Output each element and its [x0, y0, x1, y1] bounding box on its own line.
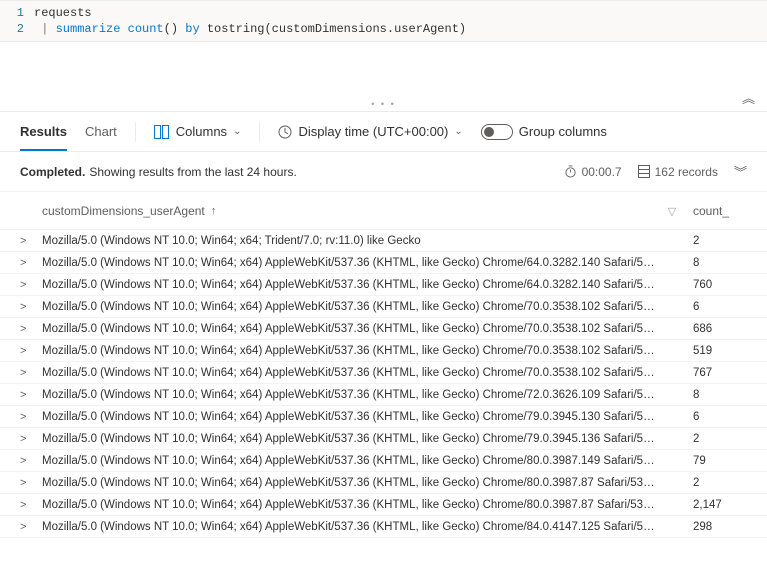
- separator: [135, 122, 136, 142]
- results-toolbar: Results Chart Columns ⌄ Display time (UT…: [0, 112, 767, 152]
- cell-useragent: Mozilla/5.0 (Windows NT 10.0; Win64; x64…: [38, 301, 657, 313]
- cell-count: 686: [687, 323, 747, 335]
- cell-useragent: Mozilla/5.0 (Windows NT 10.0; Win64; x64…: [38, 257, 657, 269]
- header-filter[interactable]: ▽: [657, 204, 687, 218]
- code-line[interactable]: requests: [34, 5, 92, 21]
- records-icon: [638, 165, 650, 178]
- table-row[interactable]: >Mozilla/5.0 (Windows NT 10.0; Win64; x6…: [0, 516, 767, 538]
- table-row[interactable]: >Mozilla/5.0 (Windows NT 10.0; Win64; x6…: [0, 362, 767, 384]
- cell-count: 298: [687, 521, 747, 533]
- columns-icon: [154, 125, 170, 139]
- stopwatch-icon: [564, 165, 577, 178]
- display-time-button[interactable]: Display time (UTC+00:00) ⌄: [278, 124, 462, 139]
- group-columns-label: Group columns: [519, 124, 607, 139]
- sort-asc-icon: ↑: [211, 205, 217, 217]
- cell-count: 79: [687, 455, 747, 467]
- cell-count: 767: [687, 367, 747, 379]
- splitter-region[interactable]: • • • ︽: [0, 42, 767, 112]
- filter-icon: ▽: [668, 206, 676, 218]
- header-count[interactable]: count_: [687, 204, 747, 218]
- cell-count: 6: [687, 301, 747, 313]
- cell-count: 2,147: [687, 499, 747, 511]
- view-tabs: Results Chart: [20, 114, 117, 150]
- status-completed: Completed.: [20, 165, 85, 179]
- separator: [259, 122, 260, 142]
- expand-row-icon[interactable]: >: [20, 477, 38, 489]
- table-row[interactable]: >Mozilla/5.0 (Windows NT 10.0; Win64; x6…: [0, 274, 767, 296]
- header-useragent[interactable]: customDimensions_userAgent ↑: [38, 204, 657, 218]
- table-row[interactable]: >Mozilla/5.0 (Windows NT 10.0; Win64; x6…: [0, 428, 767, 450]
- cell-useragent: Mozilla/5.0 (Windows NT 10.0; Win64; x64…: [38, 477, 657, 489]
- toggle-switch-icon[interactable]: [481, 124, 513, 140]
- expand-row-icon[interactable]: >: [20, 389, 38, 401]
- cell-count: 2: [687, 235, 747, 247]
- table-header-row: customDimensions_userAgent ↑ ▽ count_: [0, 192, 767, 230]
- records-value: 162 records: [655, 165, 718, 179]
- table-row[interactable]: >Mozilla/5.0 (Windows NT 10.0; Win64; x6…: [0, 318, 767, 340]
- cell-useragent: Mozilla/5.0 (Windows NT 10.0; Win64; x64…: [38, 411, 657, 423]
- clock-icon: [278, 125, 292, 139]
- expand-row-icon[interactable]: >: [20, 235, 38, 247]
- expand-row-icon[interactable]: >: [20, 345, 38, 357]
- tab-chart[interactable]: Chart: [85, 114, 117, 151]
- cell-useragent: Mozilla/5.0 (Windows NT 10.0; Win64; x64…: [38, 455, 657, 467]
- expand-row-icon[interactable]: >: [20, 411, 38, 423]
- display-time-label: Display time (UTC+00:00): [298, 124, 448, 139]
- group-columns-toggle[interactable]: Group columns: [481, 124, 607, 140]
- expand-row-icon[interactable]: >: [20, 323, 38, 335]
- chevron-down-icon: ⌄: [233, 126, 241, 137]
- table-row[interactable]: >Mozilla/5.0 (Windows NT 10.0; Win64; x6…: [0, 450, 767, 472]
- expand-down-icon[interactable]: ︾: [734, 162, 747, 181]
- expand-row-icon[interactable]: >: [20, 257, 38, 269]
- columns-label: Columns: [176, 124, 227, 139]
- table-row[interactable]: >Mozilla/5.0 (Windows NT 10.0; Win64; x6…: [0, 494, 767, 516]
- chevron-down-icon: ⌄: [454, 126, 462, 137]
- duration-metric: 00:00.7: [564, 165, 622, 179]
- tab-results[interactable]: Results: [20, 114, 67, 151]
- cell-count: 8: [687, 389, 747, 401]
- cell-useragent: Mozilla/5.0 (Windows NT 10.0; Win64; x64…: [38, 345, 657, 357]
- table-row[interactable]: >Mozilla/5.0 (Windows NT 10.0; Win64; x6…: [0, 252, 767, 274]
- cell-useragent: Mozilla/5.0 (Windows NT 10.0; Win64; x64…: [38, 521, 657, 533]
- results-table[interactable]: customDimensions_userAgent ↑ ▽ count_ >M…: [0, 191, 767, 564]
- cell-useragent: Mozilla/5.0 (Windows NT 10.0; Win64; x64…: [38, 389, 657, 401]
- table-row[interactable]: >Mozilla/5.0 (Windows NT 10.0; Win64; x6…: [0, 340, 767, 362]
- cell-useragent: Mozilla/5.0 (Windows NT 10.0; Win64; x64…: [38, 499, 657, 511]
- expand-row-icon[interactable]: >: [20, 279, 38, 291]
- cell-count: 6: [687, 411, 747, 423]
- query-editor[interactable]: 1requests2 | summarize count() by tostri…: [0, 0, 767, 42]
- duration-value: 00:00.7: [582, 165, 622, 179]
- cell-useragent: Mozilla/5.0 (Windows NT 10.0; Win64; x64…: [38, 367, 657, 379]
- cell-useragent: Mozilla/5.0 (Windows NT 10.0; Win64; x64…: [38, 433, 657, 445]
- cell-count: 2: [687, 433, 747, 445]
- table-row[interactable]: >Mozilla/5.0 (Windows NT 10.0; Win64; x6…: [0, 296, 767, 318]
- line-number: 2: [0, 21, 34, 37]
- expand-row-icon[interactable]: >: [20, 367, 38, 379]
- cell-useragent: Mozilla/5.0 (Windows NT 10.0; Win64; x64…: [38, 279, 657, 291]
- cell-useragent: Mozilla/5.0 (Windows NT 10.0; Win64; x64…: [38, 323, 657, 335]
- expand-row-icon[interactable]: >: [20, 521, 38, 533]
- cell-count: 760: [687, 279, 747, 291]
- expand-row-icon[interactable]: >: [20, 455, 38, 467]
- cell-count: 519: [687, 345, 747, 357]
- records-metric: 162 records: [638, 165, 718, 179]
- expand-row-icon[interactable]: >: [20, 301, 38, 313]
- cell-count: 2: [687, 477, 747, 489]
- expand-row-icon[interactable]: >: [20, 499, 38, 511]
- expand-row-icon[interactable]: >: [20, 433, 38, 445]
- collapse-up-icon[interactable]: ︽: [742, 88, 755, 107]
- table-row[interactable]: >Mozilla/5.0 (Windows NT 10.0; Win64; x6…: [0, 384, 767, 406]
- status-subtext: Showing results from the last 24 hours.: [89, 165, 296, 179]
- cell-useragent: Mozilla/5.0 (Windows NT 10.0; Win64; x64…: [38, 235, 657, 247]
- drag-handle-icon[interactable]: • • •: [371, 99, 395, 109]
- table-row[interactable]: >Mozilla/5.0 (Windows NT 10.0; Win64; x6…: [0, 472, 767, 494]
- table-row[interactable]: >Mozilla/5.0 (Windows NT 10.0; Win64; x6…: [0, 230, 767, 252]
- cell-count: 8: [687, 257, 747, 269]
- table-row[interactable]: >Mozilla/5.0 (Windows NT 10.0; Win64; x6…: [0, 406, 767, 428]
- columns-button[interactable]: Columns ⌄: [154, 124, 242, 139]
- status-bar: Completed. Showing results from the last…: [0, 152, 767, 191]
- line-number: 1: [0, 5, 34, 21]
- header-useragent-label: customDimensions_userAgent: [42, 204, 205, 218]
- code-line[interactable]: | summarize count() by tostring(customDi…: [34, 21, 466, 37]
